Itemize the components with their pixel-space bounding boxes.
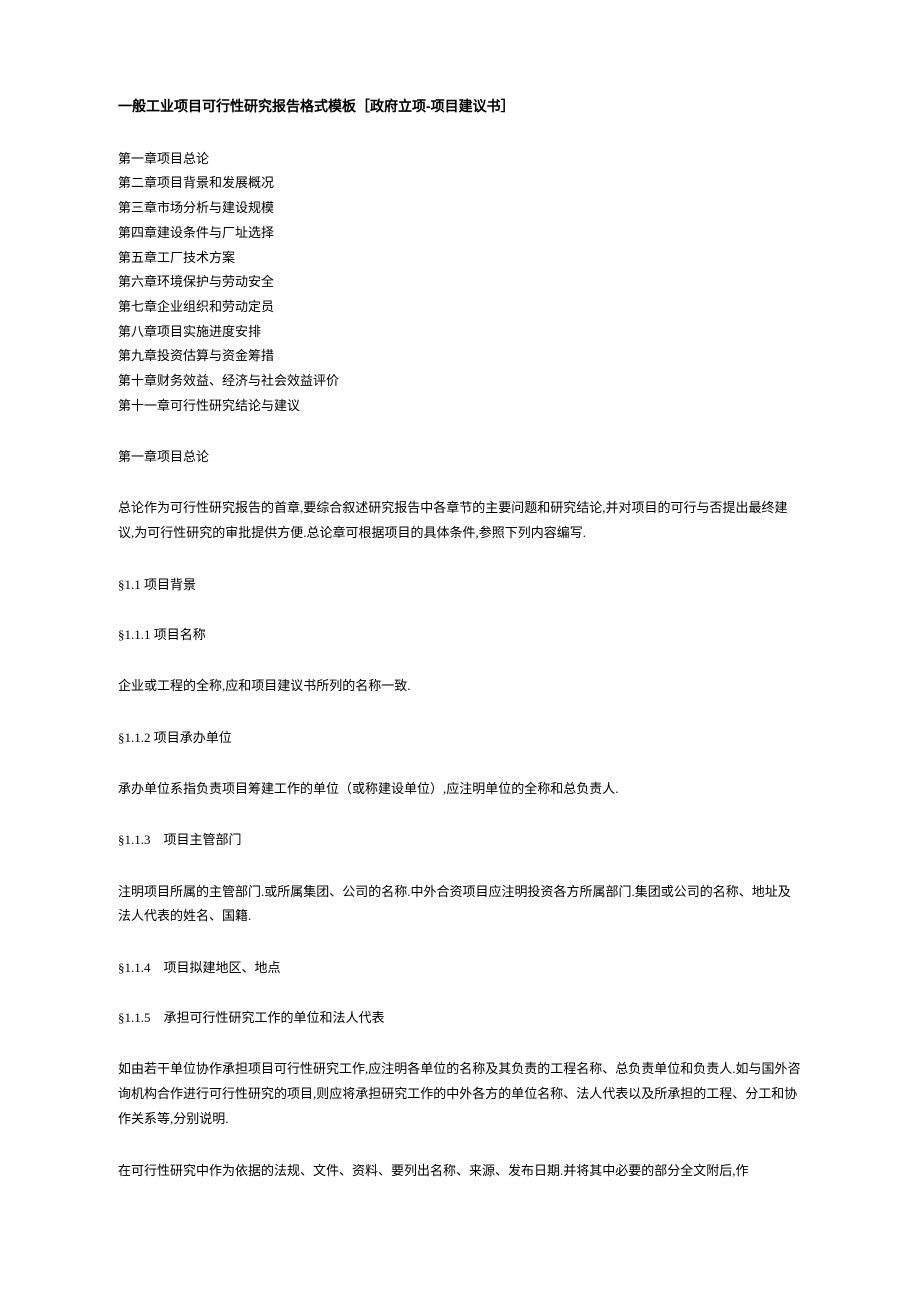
toc-item: 第十章财务效益、经济与社会效益评价	[118, 369, 802, 394]
toc-item: 第三章市场分析与建设规模	[118, 196, 802, 221]
chapter-heading: 第一章项目总论	[118, 446, 802, 468]
paragraph-1-1-2: 承办单位系指负责项目筹建工作的单位（或称建设单位）,应注明单位的全称和总负责人.	[118, 777, 802, 802]
toc-item: 第一章项目总论	[118, 147, 802, 172]
paragraph-intro: 总论作为可行性研究报告的首章,要综合叙述研究报告中各章节的主要问题和研究结论,并…	[118, 496, 802, 545]
section-heading-1-1-5: §1.1.5 承担可行性研究工作的单位和法人代表	[118, 1007, 802, 1029]
toc-item: 第二章项目背景和发展概况	[118, 171, 802, 196]
section-heading-1-1-3: §1.1.3 项目主管部门	[118, 829, 802, 851]
toc-item: 第九章投资估算与资金筹措	[118, 344, 802, 369]
section-heading-1-1-4: §1.1.4 项目拟建地区、地点	[118, 957, 802, 979]
toc-item: 第六章环境保护与劳动安全	[118, 270, 802, 295]
section-heading-1-1-2: §1.1.2 项目承办单位	[118, 727, 802, 749]
paragraph-1-1-5: 如由若干单位协作承担项目可行性研究工作,应注明各单位的名称及其负责的工程名称、总…	[118, 1057, 802, 1131]
table-of-contents: 第一章项目总论 第二章项目背景和发展概况 第三章市场分析与建设规模 第四章建设条…	[118, 147, 802, 419]
paragraph-1-1-1: 企业或工程的全称,应和项目建议书所列的名称一致.	[118, 674, 802, 699]
document-title: 一般工业项目可行性研究报告格式模板［政府立项-项目建议书］	[118, 95, 802, 119]
toc-item: 第八章项目实施进度安排	[118, 320, 802, 345]
section-heading-1-1-1: §1.1.1 项目名称	[118, 624, 802, 646]
paragraph-1-1-5-cont: 在可行性研究中作为依据的法规、文件、资料、要列出名称、来源、发布日期.并将其中必…	[118, 1159, 802, 1184]
toc-item: 第七章企业组织和劳动定员	[118, 295, 802, 320]
toc-item: 第十一章可行性研究结论与建议	[118, 394, 802, 419]
paragraph-1-1-3: 注明项目所属的主管部门.或所属集团、公司的名称.中外合资项目应注明投资各方所属部…	[118, 880, 802, 929]
section-heading-1-1: §1.1 项目背景	[118, 574, 802, 596]
toc-item: 第四章建设条件与厂址选择	[118, 221, 802, 246]
toc-item: 第五章工厂技术方案	[118, 246, 802, 271]
